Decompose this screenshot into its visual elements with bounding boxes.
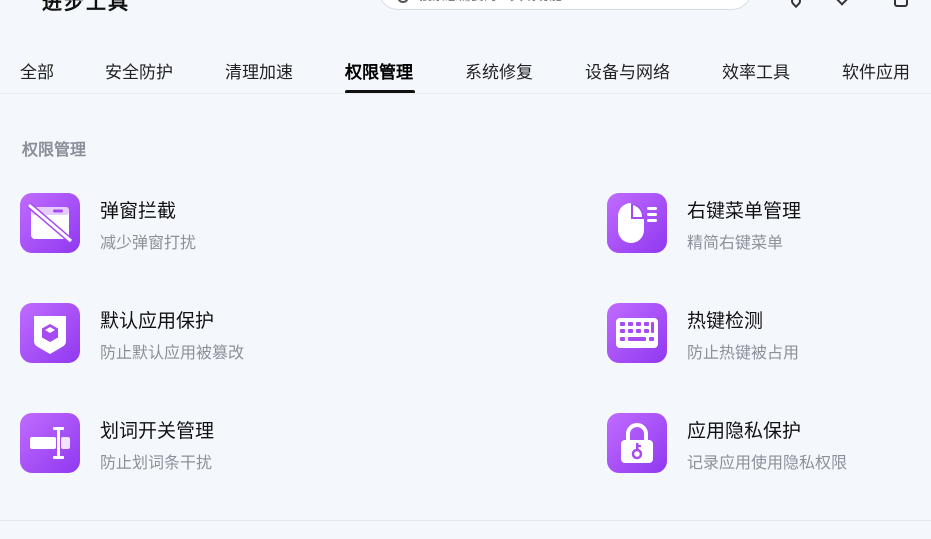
tool-description: 减少弹窗打扰: [100, 233, 197, 252]
tool-description: 防止热键被占用: [687, 343, 800, 362]
tool-description: 防止划词条干扰: [100, 453, 213, 472]
keyboard-icon: [607, 303, 667, 363]
text-select-icon: [20, 413, 80, 473]
window-icon[interactable]: [894, 0, 908, 7]
tool-title: 弹窗拦截: [100, 200, 177, 222]
tool-description: 精简右键菜单: [687, 233, 784, 252]
tool-app-privacy-protection[interactable]: 应用隐私保护 记录应用使用隐私权限: [607, 413, 927, 475]
tool-description: 防止默认应用被篡改: [100, 343, 245, 362]
tool-description: 记录应用使用隐私权限: [687, 453, 848, 472]
search-input[interactable]: [419, 0, 719, 4]
location-icon[interactable]: [788, 0, 804, 9]
tool-popup-block[interactable]: 弹窗拦截 减少弹窗打扰: [20, 193, 340, 255]
tab-security[interactable]: 安全防护: [105, 58, 173, 83]
search-icon: [397, 0, 409, 3]
app-window: 进步工具 全部 安全防护 清理加速 权限管理 系统修复 设备与网络 效率工具 软…: [0, 0, 931, 539]
lock-key-icon: [607, 413, 667, 473]
tab-cleanup[interactable]: 清理加速: [225, 58, 293, 83]
tool-text-selection-switch[interactable]: 划词开关管理 防止划词条干扰: [20, 413, 340, 475]
tool-title: 划词开关管理: [100, 420, 215, 442]
shield-cube-icon: [20, 303, 80, 363]
top-header: 进步工具: [0, 0, 931, 18]
category-tabs: 全部 安全防护 清理加速 权限管理 系统修复 设备与网络 效率工具 软件应用: [0, 52, 931, 94]
tab-devices-network[interactable]: 设备与网络: [585, 58, 670, 83]
bottom-divider: [0, 520, 931, 521]
search-box[interactable]: [378, 0, 752, 10]
section-title: 权限管理: [22, 140, 87, 159]
right-click-mouse-icon: [607, 193, 667, 253]
tab-software[interactable]: 软件应用: [842, 58, 910, 83]
app-title: 进步工具: [42, 0, 130, 14]
tool-title: 应用隐私保护: [687, 420, 802, 442]
tool-hotkey-detection[interactable]: 热键检测 防止热键被占用: [607, 303, 927, 365]
tabs-divider: [0, 93, 931, 94]
tab-permissions[interactable]: 权限管理: [345, 58, 413, 83]
tool-title: 热键检测: [687, 310, 764, 332]
tool-title: 右键菜单管理: [687, 200, 802, 222]
tool-default-app-protection[interactable]: 默认应用保护 防止默认应用被篡改: [20, 303, 340, 365]
tab-productivity[interactable]: 效率工具: [722, 58, 790, 83]
tab-all[interactable]: 全部: [20, 58, 54, 83]
tool-context-menu[interactable]: 右键菜单管理 精简右键菜单: [607, 193, 927, 255]
tool-title: 默认应用保护: [100, 310, 215, 332]
popup-block-icon: [20, 193, 80, 253]
tab-system-repair[interactable]: 系统修复: [465, 58, 533, 83]
chevron-down-icon[interactable]: [836, 0, 848, 6]
